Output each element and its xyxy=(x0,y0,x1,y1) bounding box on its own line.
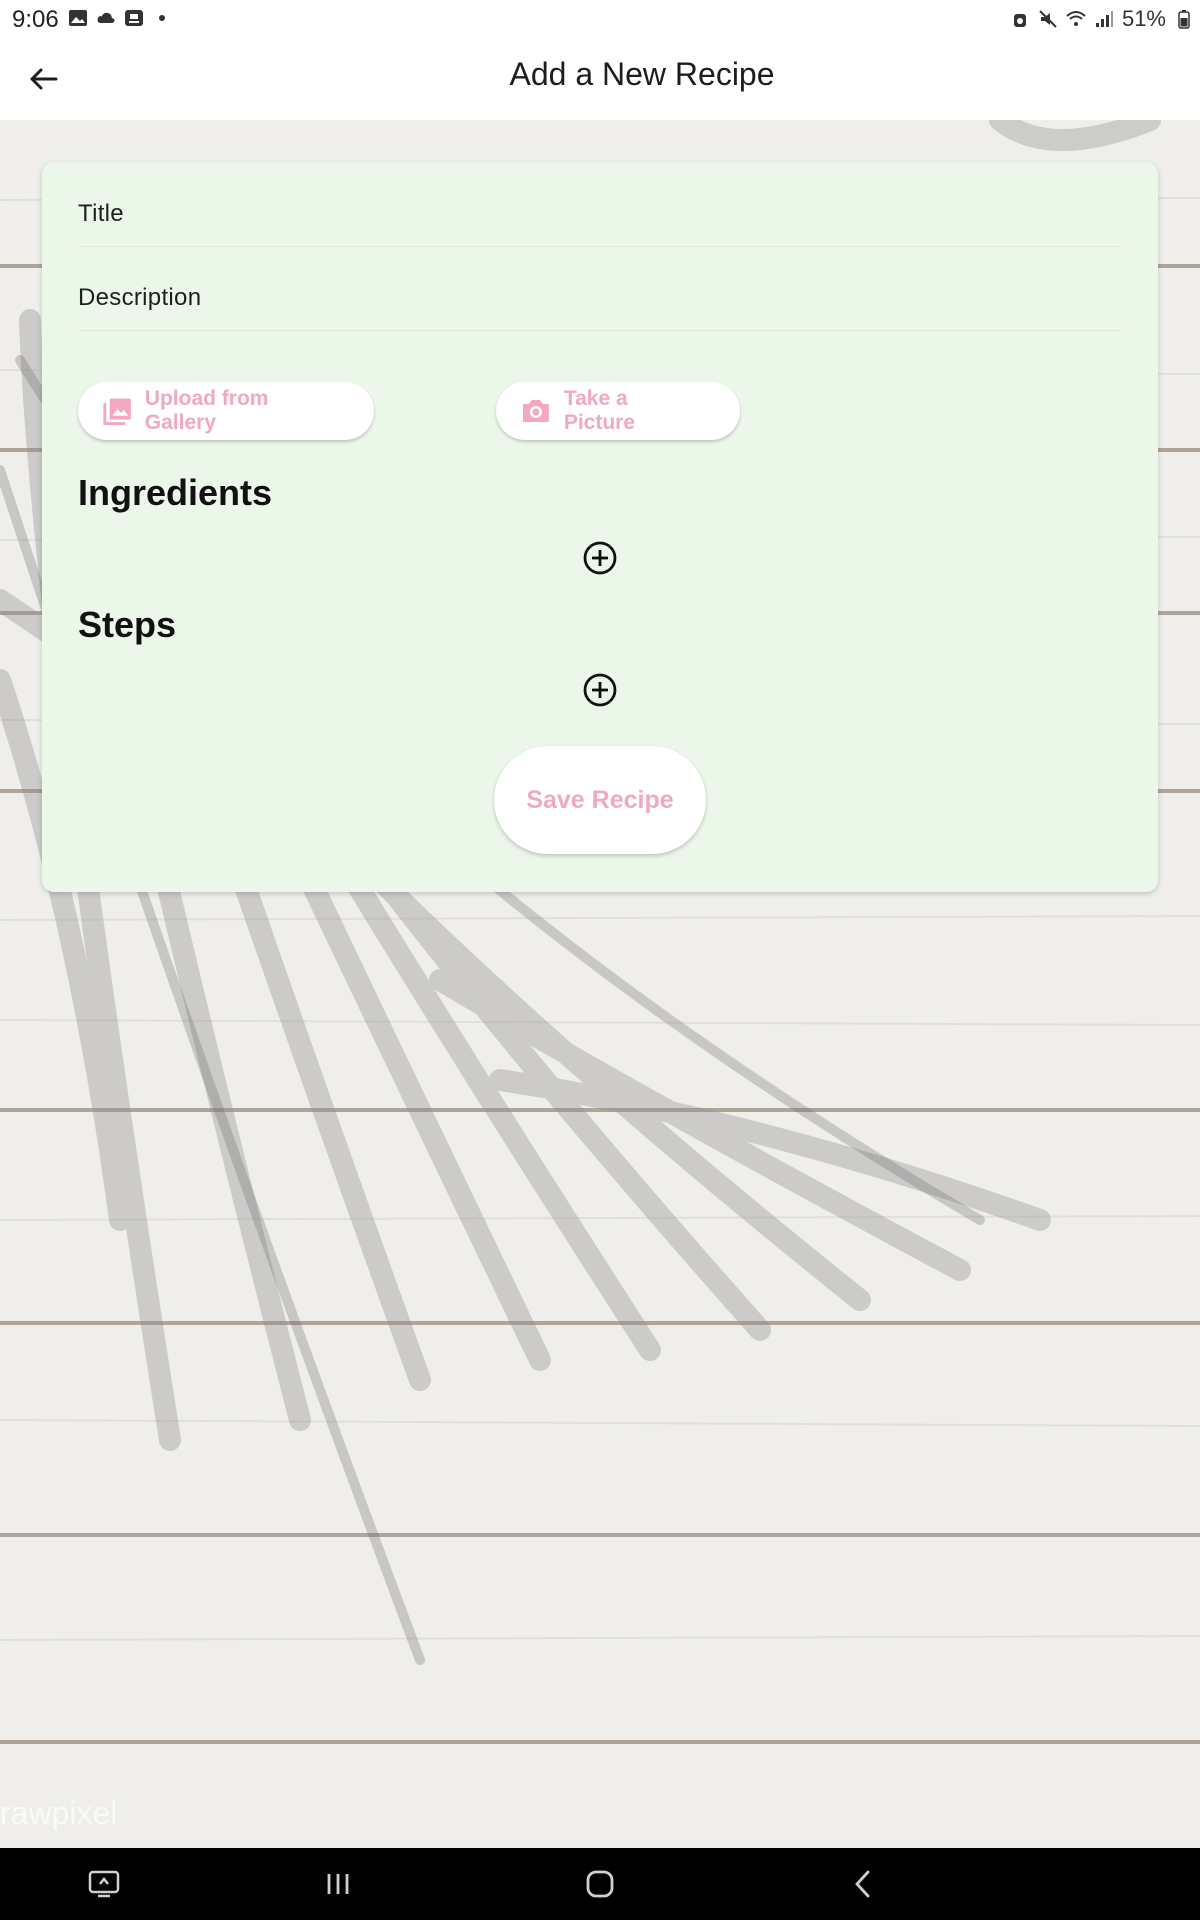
status-left-icons xyxy=(68,8,172,28)
battery-icon xyxy=(1178,10,1190,29)
watermark: rawpixel xyxy=(0,1795,118,1831)
recent-apps-icon[interactable] xyxy=(86,1866,122,1902)
add-ingredient-icon[interactable] xyxy=(582,540,618,576)
mute-icon xyxy=(1039,10,1057,28)
home-icon[interactable] xyxy=(582,1866,618,1902)
ingredients-heading: Ingredients xyxy=(78,472,273,513)
save-recipe-label: Save Recipe xyxy=(526,785,674,814)
add-step-icon[interactable] xyxy=(582,672,618,708)
camera-icon xyxy=(522,400,549,422)
signal-icon xyxy=(1095,11,1113,27)
recipe-form-card: Title Description Upload from Gallery Ta… xyxy=(42,162,1158,892)
upload-from-gallery-label: Upload from Gallery xyxy=(144,387,269,434)
image-icon xyxy=(69,10,87,26)
save-recipe-button[interactable]: Save Recipe xyxy=(494,746,706,854)
title-field-label: Title xyxy=(78,200,124,227)
app-bar: Add a New Recipe xyxy=(0,38,1200,120)
description-field[interactable]: Description xyxy=(78,246,1122,331)
system-nav-bar xyxy=(0,1848,1200,1920)
menu-lines-icon[interactable] xyxy=(320,1866,356,1902)
status-bar: 9:06 51% xyxy=(0,0,1200,38)
description-field-label: Description xyxy=(78,284,202,311)
steps-heading: Steps xyxy=(78,604,177,645)
status-time: 9:06 xyxy=(12,6,59,33)
take-a-picture-label: Take a Picture xyxy=(563,387,636,434)
back-chevron-icon[interactable] xyxy=(846,1866,882,1902)
upload-from-gallery-button[interactable]: Upload from Gallery xyxy=(78,382,374,440)
alarm-icon xyxy=(1013,14,1026,27)
cloud-icon xyxy=(97,12,115,23)
take-a-picture-button[interactable]: Take a Picture xyxy=(496,382,740,440)
battery-percentage: 51% xyxy=(1121,6,1166,31)
page-title: Add a New Recipe xyxy=(509,56,775,92)
status-right: 51% xyxy=(1010,6,1194,32)
screen-share-icon xyxy=(125,10,143,26)
gallery-icon xyxy=(103,398,131,425)
title-field[interactable]: Title xyxy=(78,162,1122,247)
wifi-icon xyxy=(1066,11,1086,26)
dot-icon xyxy=(159,15,165,21)
